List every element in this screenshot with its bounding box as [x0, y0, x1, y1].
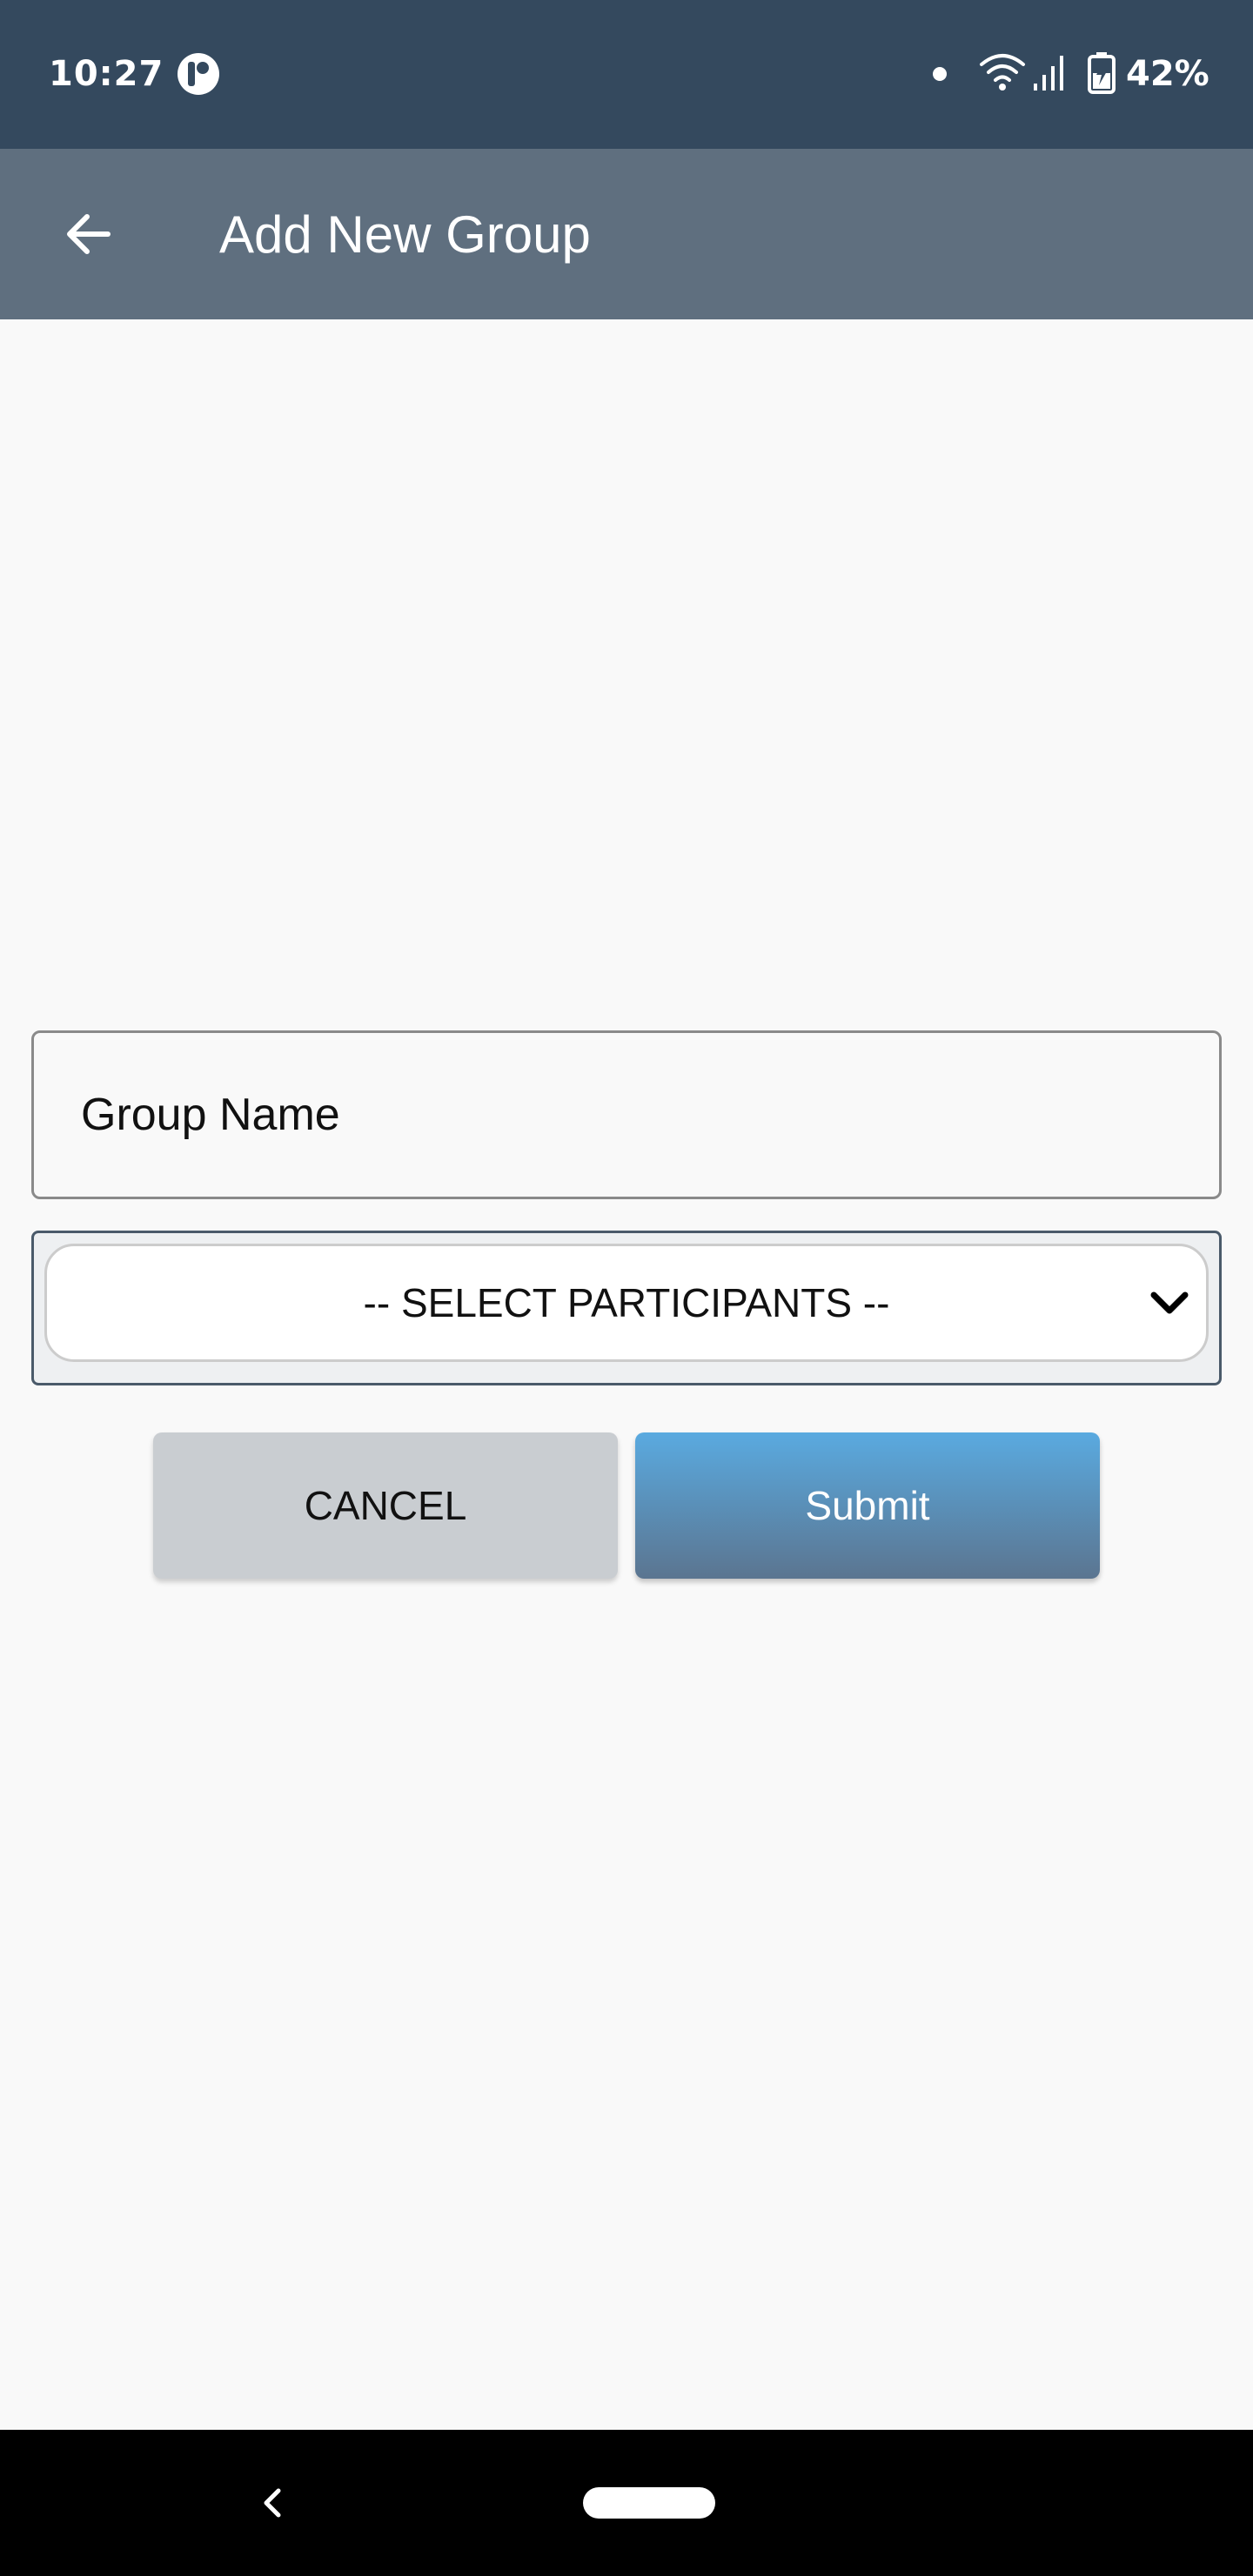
participants-select-value: -- SELECT PARTICIPANTS --: [363, 1280, 890, 1325]
system-nav-bar: [0, 2430, 1253, 2576]
group-name-field[interactable]: Group Name: [31, 1030, 1222, 1199]
back-button[interactable]: [49, 194, 129, 274]
arrow-left-icon: [67, 214, 111, 254]
nav-home-button[interactable]: [583, 2487, 715, 2519]
submit-button[interactable]: Submit: [635, 1432, 1100, 1579]
chevron-down-icon: [1150, 1291, 1189, 1314]
wifi-icon: [980, 54, 1025, 91]
battery-charging-icon: [1088, 52, 1116, 94]
nav-back-icon[interactable]: [254, 2479, 289, 2527]
participants-select[interactable]: -- SELECT PARTICIPANTS --: [44, 1244, 1209, 1362]
page-title: Add New Group: [219, 205, 591, 264]
submit-button-label: Submit: [805, 1483, 930, 1528]
cancel-button-label: CANCEL: [304, 1483, 467, 1528]
battery-percent: 42%: [1126, 54, 1209, 94]
signal-icon: [1034, 56, 1063, 91]
cancel-button[interactable]: CANCEL: [153, 1432, 618, 1579]
group-name-placeholder: Group Name: [81, 1090, 340, 1140]
participants-select-container: -- SELECT PARTICIPANTS --: [31, 1231, 1222, 1385]
app-bar: Add New Group: [0, 149, 1253, 319]
app-notification-icon: [178, 53, 219, 95]
status-bar: 10:27 42%: [0, 0, 1253, 149]
notification-dot-icon: [933, 67, 947, 81]
status-time: 10:27: [49, 54, 164, 94]
